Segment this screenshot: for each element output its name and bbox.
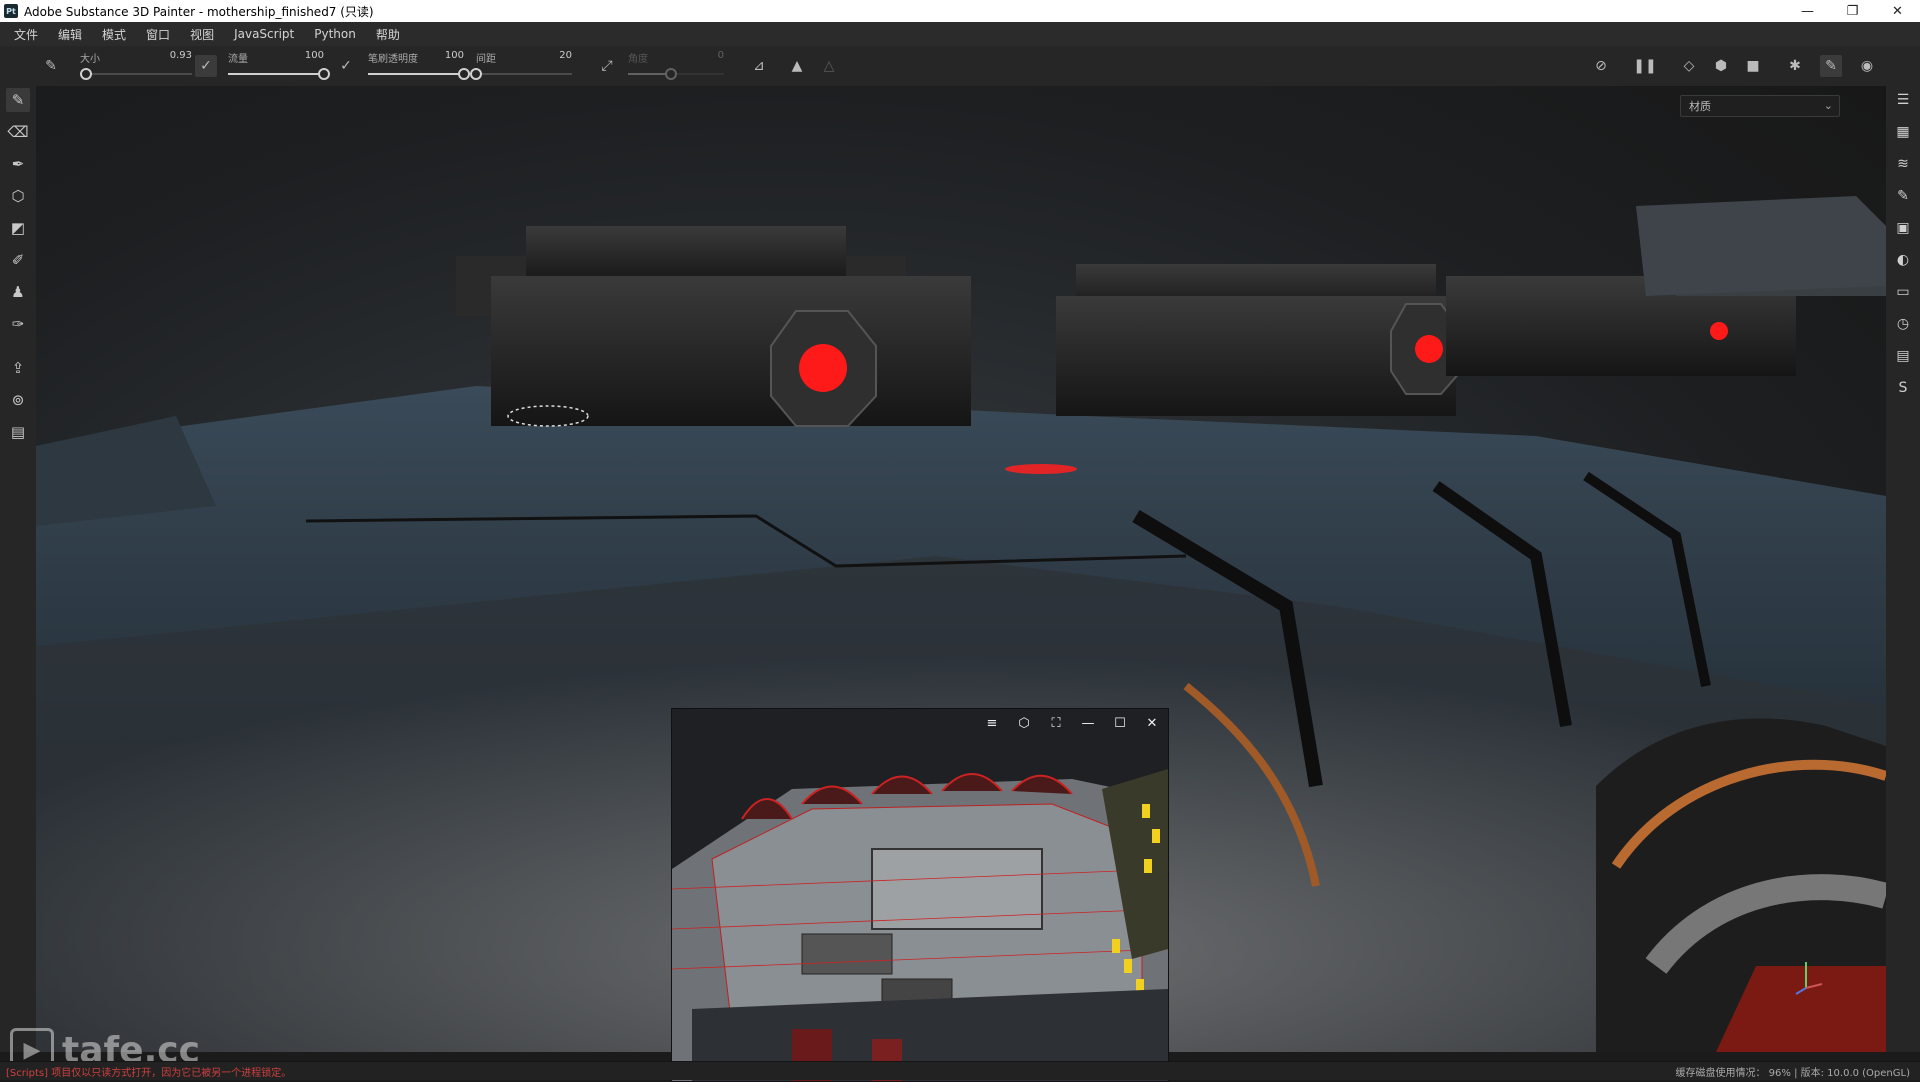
context-toolbar: ✎ 大小 0.93 ✓ 流量 100 ✓ 笔刷透明度 100 间距 20 ⤢ 角… <box>0 46 1920 87</box>
close-button[interactable]: ✕ <box>1875 0 1920 22</box>
export-icon[interactable]: ▤ <box>6 420 30 444</box>
chevron-down-icon: ⌄ <box>1823 99 1833 112</box>
symmetry-settings-icon[interactable]: △ <box>818 55 840 77</box>
stroke-opacity-label: 笔刷透明度 <box>368 54 418 65</box>
spacing-label: 间距 <box>476 54 496 65</box>
angle-label: 角度 <box>628 54 648 65</box>
channel-dropdown-value: 材质 <box>1689 100 1711 113</box>
geometry-fill-icon[interactable]: ⬡ <box>6 184 30 208</box>
minimize-view-button[interactable]: — <box>1072 709 1104 737</box>
display-mode-icon[interactable]: ⬡ <box>1008 709 1040 737</box>
eraser-icon[interactable]: ⌫ <box>6 120 30 144</box>
menu-window[interactable]: 窗口 <box>136 26 180 43</box>
iray-render-icon[interactable]: ✱ <box>1784 55 1806 77</box>
shader-settings-icon[interactable]: ◐ <box>1891 248 1915 272</box>
pen-pressure-size-icon[interactable]: ✓ <box>195 55 217 77</box>
2d-view-controls: ≡ ⬡ ⛶ — ☐ ✕ <box>976 709 1168 737</box>
menu-file[interactable]: 文件 <box>4 26 48 43</box>
status-bar: [Scripts] 项目仅以只读方式打开，因为它已被另一个进程锁定。 缓存磁盘使… <box>0 1061 1920 1080</box>
projection-icon[interactable]: ✒ <box>6 152 30 176</box>
menu-bar: 文件 编辑 模式 窗口 视图 JavaScript Python 帮助 <box>0 22 1920 46</box>
tool-strip: ✎ ⌫ ✒ ⬡ ◩ ✐ ♟ ✑ ⇪ ⊚ ▤ <box>0 86 36 1052</box>
minimize-button[interactable]: — <box>1785 0 1830 22</box>
symmetry-icon[interactable]: ▲ <box>786 55 808 77</box>
stroke-opacity-value[interactable]: 100 <box>445 50 464 61</box>
flow-value[interactable]: 100 <box>305 50 324 61</box>
bake-icon[interactable]: ⇪ <box>6 356 30 380</box>
stroke-opacity-slider-handle[interactable] <box>458 68 470 80</box>
panel-strip: ☰ ▦ ≋ ✎ ▣ ◐ ▭ ◷ ▤ S <box>1886 86 1920 1052</box>
hide-overlay-icon[interactable]: ⊘ <box>1590 55 1612 77</box>
view-2d3d-icon[interactable]: ◇ <box>1678 55 1700 77</box>
history-icon[interactable]: ◷ <box>1891 312 1915 336</box>
window-title: Adobe Substance 3D Painter - mothership_… <box>24 4 374 19</box>
menu-edit[interactable]: 编辑 <box>48 26 92 43</box>
size-label: 大小 <box>80 54 100 65</box>
flow-label: 流量 <box>228 54 248 65</box>
menu-view[interactable]: 视图 <box>180 26 224 43</box>
screenshot-icon[interactable]: ◉ <box>1856 55 1878 77</box>
status-message[interactable]: [Scripts] 项目仅以只读方式打开，因为它已被另一个进程锁定。 <box>6 1064 291 1079</box>
pen-pressure-flow-icon[interactable]: ✓ <box>335 55 357 77</box>
2d-view-scene <box>672 709 1168 1081</box>
flow-slider[interactable]: 流量 100 <box>228 46 330 86</box>
channel-dropdown[interactable]: 材质 ⌄ <box>1680 95 1840 117</box>
color-picker-icon[interactable]: ✑ <box>6 312 30 336</box>
properties-icon[interactable]: ✎ <box>1891 184 1915 208</box>
brush-presets-icon[interactable]: ✎ <box>40 55 62 77</box>
app-logo-icon: Pt <box>4 4 18 18</box>
polygon-fill-icon[interactable]: ◩ <box>6 216 30 240</box>
flow-slider-handle[interactable] <box>318 68 330 80</box>
hamburger-menu-icon[interactable]: ≡ <box>976 709 1008 737</box>
layers-icon[interactable]: ≋ <box>1891 152 1915 176</box>
menu-help[interactable]: 帮助 <box>366 26 410 43</box>
angle-slider-handle[interactable] <box>665 68 678 80</box>
title-bar: Pt Adobe Substance 3D Painter - mothersh… <box>0 0 1920 22</box>
status-info: 缓存磁盘使用情况： 96% | 版本: 10.0.0 (OpenGL) <box>1675 1064 1910 1079</box>
paint-mode-icon[interactable]: ✎ <box>1820 55 1842 77</box>
stroke-opacity-slider[interactable]: 笔刷透明度 100 <box>368 46 470 86</box>
version-text: 版本: 10.0.0 (OpenGL) <box>1800 1068 1910 1079</box>
menu-python[interactable]: Python <box>304 27 366 41</box>
fit-view-icon[interactable]: ⛶ <box>1040 709 1072 737</box>
material-picker-icon[interactable]: ⊚ <box>6 388 30 412</box>
disk-usage-label: 缓存磁盘使用情况： <box>1675 1068 1766 1079</box>
spacing-value[interactable]: 20 <box>559 50 572 61</box>
axis-gizmo <box>1795 962 1823 995</box>
restore-button[interactable]: ❐ <box>1830 0 1875 22</box>
texture-set-icon[interactable]: ▦ <box>1891 120 1915 144</box>
size-slider[interactable]: 大小 0.93 <box>79 46 192 86</box>
lazy-mouse-icon[interactable]: ⤢ <box>596 55 618 77</box>
disk-usage-value: 96% <box>1768 1068 1791 1079</box>
smudge-icon[interactable]: ✐ <box>6 248 30 272</box>
spacing-slider[interactable]: 间距 20 <box>470 46 572 86</box>
angle-value[interactable]: 0 <box>718 50 724 61</box>
close-view-button[interactable]: ✕ <box>1136 709 1168 737</box>
size-slider-handle[interactable] <box>79 68 92 80</box>
log-icon[interactable]: ▤ <box>1891 344 1915 368</box>
maximize-view-button[interactable]: ☐ <box>1104 709 1136 737</box>
menu-mode[interactable]: 模式 <box>92 26 136 43</box>
display-mode-cube-icon[interactable]: ⬢ <box>1710 55 1732 77</box>
alignment-icon[interactable]: ⊿ <box>748 55 770 77</box>
camera-icon[interactable]: ■ <box>1742 55 1764 77</box>
clone-icon[interactable]: ♟ <box>6 280 30 304</box>
display-settings-icon[interactable]: ▣ <box>1891 216 1915 240</box>
substance-icon[interactable]: S <box>1891 376 1915 400</box>
texture-list-icon[interactable]: ▭ <box>1891 280 1915 304</box>
angle-slider[interactable]: 角度 0 <box>628 46 724 86</box>
spacing-slider-handle[interactable] <box>470 68 482 80</box>
floating-2d-view[interactable]: ≡ ⬡ ⛶ — ☐ ✕ <box>671 708 1169 1082</box>
pause-icon[interactable]: ❚❚ <box>1633 55 1656 77</box>
menu-javascript[interactable]: JavaScript <box>224 27 304 41</box>
size-value[interactable]: 0.93 <box>170 50 192 61</box>
layers-stack-icon[interactable]: ☰ <box>1891 88 1915 112</box>
paint-brush-icon[interactable]: ✎ <box>6 88 30 112</box>
